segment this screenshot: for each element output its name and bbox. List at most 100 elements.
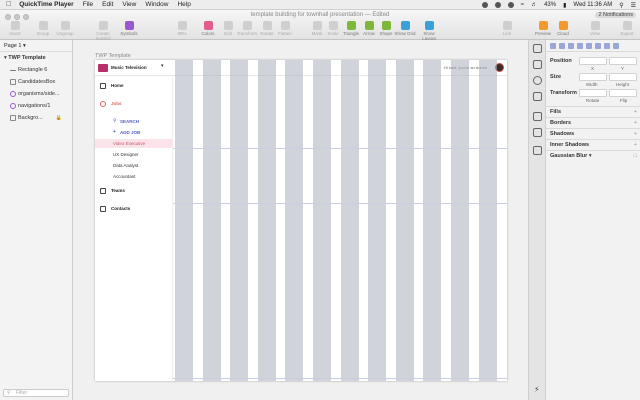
nav-teams[interactable]: Teams — [95, 186, 173, 196]
volume-icon[interactable]: ♬ — [531, 2, 537, 8]
add-job-link[interactable]: + ADD JOB — [95, 128, 173, 137]
distribute-icon[interactable] — [604, 42, 610, 49]
grid-column — [257, 60, 276, 381]
width-field[interactable] — [579, 73, 607, 81]
mirror-icon[interactable] — [533, 146, 542, 155]
toolbar-create-symbol-button[interactable]: Create Symbol — [90, 21, 116, 41]
height-field[interactable] — [609, 73, 637, 81]
layer-item[interactable]: Rectangle 6 — [0, 64, 72, 76]
lightning-icon[interactable]: ⚡ — [534, 385, 540, 394]
layer-item[interactable]: organisms/side... — [0, 88, 72, 100]
home-icon — [100, 83, 106, 89]
battery-percent[interactable]: 43% — [544, 2, 556, 8]
align-bottom-icon[interactable] — [595, 42, 601, 49]
symbol-icon[interactable] — [533, 76, 542, 85]
nav-contacts[interactable]: Contacts — [95, 204, 173, 214]
action-label: SEARCH — [120, 119, 140, 124]
toolbar-label: 89% — [177, 31, 187, 36]
filter-input[interactable]: ⚲ Filter — [3, 389, 69, 397]
app-menu[interactable]: QuickTime Player — [19, 1, 73, 8]
toolbar-symbols-button[interactable]: Symbols — [116, 21, 142, 36]
text-icon[interactable] — [533, 92, 542, 101]
line-icon — [10, 70, 16, 71]
page-selector[interactable]: Page 1 ▾ — [0, 40, 72, 52]
toolbar-label: Insert — [9, 31, 21, 36]
avatar[interactable] — [495, 63, 504, 72]
menu-file[interactable]: File — [83, 1, 93, 8]
jobs-icon — [100, 101, 106, 107]
menu-edit[interactable]: Edit — [102, 1, 113, 8]
toolbar-view-button[interactable]: View — [582, 21, 608, 36]
rotate-field[interactable] — [579, 89, 607, 97]
tray-icon[interactable] — [481, 2, 488, 8]
toolbar-grid-button[interactable]: Show Grid — [392, 21, 418, 36]
layer-item[interactable]: Backgro... 🔒 — [0, 112, 72, 124]
apple-icon[interactable]:  — [6, 1, 11, 8]
toolbar-zoom-button[interactable]: 89% — [169, 21, 195, 36]
toolbar-flatten-button[interactable]: Flatten — [272, 21, 298, 36]
layer-item[interactable]: CandidatesBox — [0, 76, 72, 88]
toolbar-plus-button[interactable]: Insert — [2, 21, 28, 36]
inner-shadows-section[interactable]: Inner Shadows + — [546, 139, 640, 150]
artboard[interactable]: Music Television ▾ Hi kaid, you're an Ad… — [95, 60, 507, 381]
toolbar-ungroup-button[interactable]: Ungroup — [52, 21, 78, 36]
artboard-label[interactable]: TWP Template — [95, 53, 131, 59]
tray-icon[interactable] — [494, 2, 501, 8]
toolbar-link-button[interactable]: Link — [494, 21, 520, 36]
notifications-badge[interactable]: 2 Notifications — [595, 12, 636, 18]
fills-section[interactable]: Fills + — [546, 106, 640, 117]
control-center-icon[interactable]: ☰ — [631, 2, 636, 9]
distribute-icon[interactable] — [613, 42, 619, 49]
toolbar-export-button[interactable]: Export — [614, 21, 640, 36]
job-item[interactable]: Accountant — [95, 172, 173, 181]
battery-icon[interactable]: ▮ — [563, 2, 566, 9]
plus-icon — [10, 21, 20, 30]
rotate-label: Rotate — [586, 98, 600, 103]
layer-group[interactable]: ▾ TWP Template — [0, 52, 72, 64]
menu-view[interactable]: View — [122, 1, 136, 8]
artboard-icon[interactable] — [533, 44, 542, 53]
inspector-content: Position X Y Size Width Height Transform… — [546, 40, 640, 400]
layer-item[interactable]: navigations/1 — [0, 100, 72, 112]
chevron-down-icon[interactable]: ▾ — [161, 63, 164, 69]
menu-help[interactable]: Help — [177, 1, 190, 8]
wifi-icon[interactable]: ≈ — [521, 2, 524, 8]
layer-label: Backgro... — [18, 115, 43, 121]
align-top-icon[interactable] — [577, 42, 583, 49]
grid-column — [313, 60, 331, 381]
job-item[interactable]: Data Analyst — [95, 161, 173, 170]
triangle-icon — [346, 21, 356, 30]
y-field[interactable] — [609, 57, 637, 65]
nav-jobs[interactable]: Jobs — [95, 99, 173, 109]
align-center-icon[interactable] — [559, 42, 565, 49]
align-left-icon[interactable] — [550, 42, 556, 49]
flip-field[interactable] — [609, 89, 637, 97]
gaussian-blur-section[interactable]: Gaussian Blur ▾ □ — [546, 150, 640, 161]
job-item[interactable]: UX Designer — [95, 150, 173, 159]
job-item[interactable]: Video Executive — [95, 139, 173, 148]
menu-window[interactable]: Window — [145, 1, 168, 8]
clock[interactable]: Wed 11:36 AM — [573, 2, 612, 8]
crop-icon[interactable] — [533, 128, 542, 137]
checkbox-icon[interactable]: □ — [634, 151, 637, 162]
image-icon[interactable] — [533, 112, 542, 121]
tray-icon[interactable] — [507, 2, 514, 8]
layer-label: Rectangle 6 — [18, 67, 48, 73]
align-middle-icon[interactable] — [586, 42, 592, 49]
toolbar-label: View — [590, 31, 600, 36]
x-field[interactable] — [579, 57, 607, 65]
search-link[interactable]: ⚲ SEARCH — [95, 117, 173, 126]
artboard-header: Music Television ▾ Hi kaid, you're an Ad… — [95, 60, 507, 76]
share-icon[interactable] — [533, 60, 542, 69]
toolbar-layout-button[interactable]: Show Layout — [416, 21, 442, 41]
shadows-section[interactable]: Shadows + — [546, 128, 640, 139]
nav-home[interactable]: Home — [95, 81, 173, 91]
canvas[interactable]: TWP Template Music Television ▾ Hi kaid,… — [73, 40, 528, 400]
lock-icon[interactable]: 🔒 — [56, 112, 62, 124]
export-icon — [622, 21, 632, 30]
nav-label: Teams — [111, 188, 125, 193]
borders-section[interactable]: Borders + — [546, 117, 640, 128]
search-icon[interactable]: ⚲ — [619, 2, 623, 9]
toolbar-cloud-button[interactable]: Cloud — [550, 21, 576, 36]
align-right-icon[interactable] — [568, 42, 574, 49]
